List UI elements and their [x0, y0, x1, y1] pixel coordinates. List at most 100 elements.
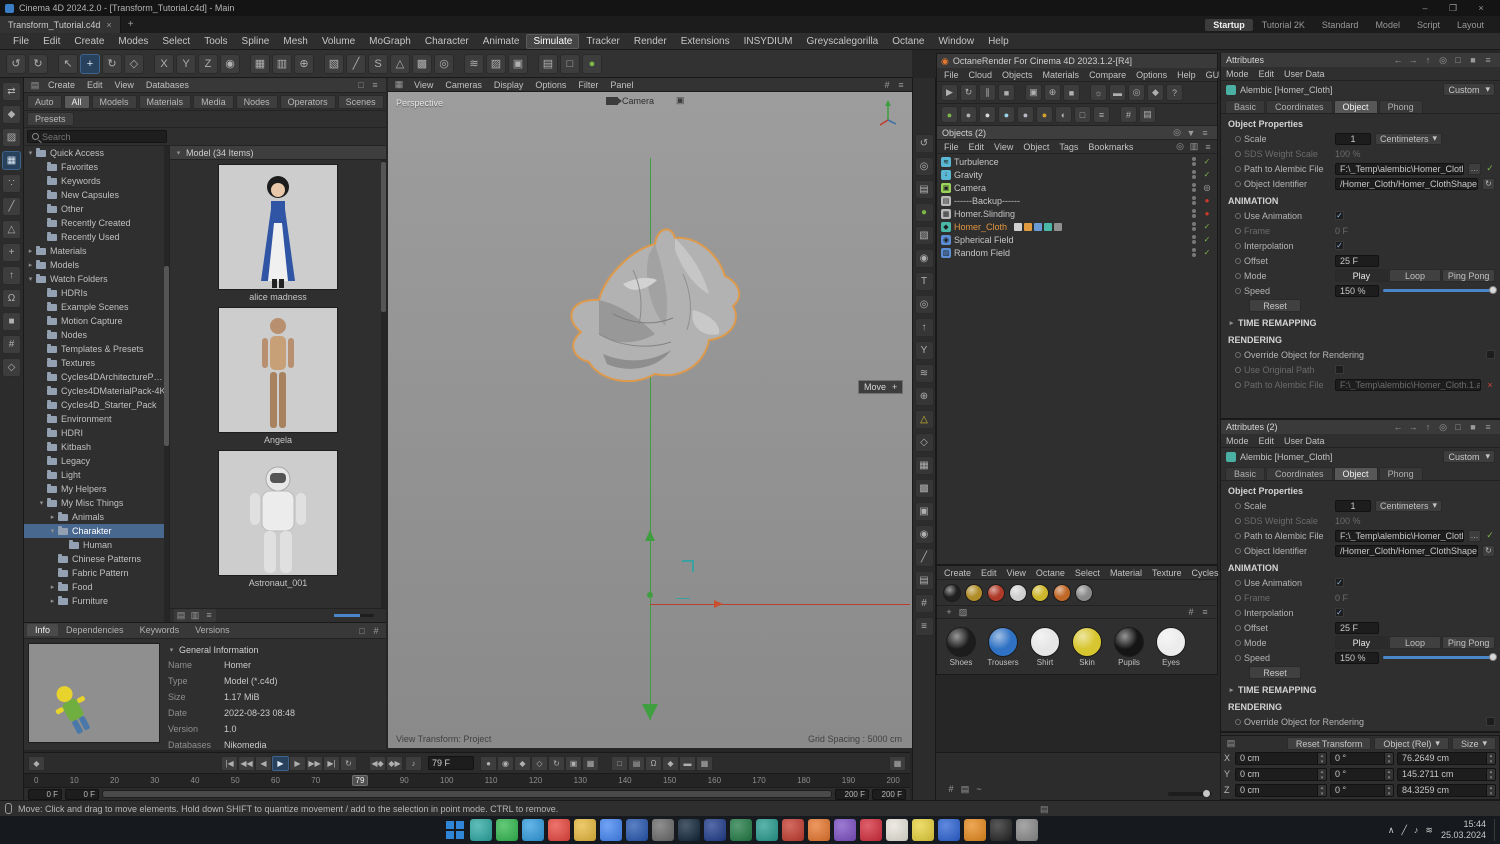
object-row[interactable]: ▤ ------Backup------ ●: [937, 194, 1217, 207]
preset-dropdown[interactable]: Custom ▾: [1443, 83, 1495, 96]
info-tab[interactable]: Info: [27, 624, 59, 636]
objects-menu-item[interactable]: Object: [1018, 142, 1054, 152]
taskbar-app-icon[interactable]: [548, 819, 570, 841]
material-thumbnail[interactable]: [1031, 583, 1049, 602]
dock-icon[interactable]: □: [354, 79, 368, 92]
tree-item[interactable]: Cycles4DArchitecturePack-4K: [24, 370, 169, 384]
objects-menu-item[interactable]: File: [939, 142, 964, 152]
asset-card[interactable]: Angela: [213, 307, 343, 445]
render-region-icon[interactable]: ▥: [272, 53, 292, 74]
edges-mode-icon[interactable]: ╱: [2, 197, 21, 216]
material-ball[interactable]: [1030, 626, 1060, 657]
material-item[interactable]: Skin: [1069, 626, 1105, 667]
menu-icon[interactable]: ≡: [1198, 126, 1212, 139]
offset-input[interactable]: 25 F: [1335, 254, 1379, 267]
screen-layout-icon[interactable]: □: [560, 53, 580, 74]
zoom-icon[interactable]: ◎: [914, 157, 934, 176]
model-scrollbar[interactable]: [381, 160, 386, 608]
taskbar-app-icon[interactable]: [808, 819, 830, 841]
tree-caret-icon[interactable]: ▾: [49, 527, 56, 535]
render-start-icon[interactable]: ▶: [941, 84, 958, 101]
tree-item[interactable]: Motion Capture: [24, 314, 169, 328]
material-ball[interactable]: [946, 626, 976, 657]
menu-item[interactable]: Character: [418, 34, 476, 49]
mograph-icon[interactable]: △: [390, 53, 410, 74]
axis-x-button[interactable]: X: [154, 53, 174, 74]
arrow-up-icon[interactable]: ↑: [914, 318, 934, 337]
node-editor-icon[interactable]: #: [1120, 106, 1137, 123]
tree-item[interactable]: ▾ Watch Folders: [24, 272, 169, 286]
tree-item[interactable]: New Capsules: [24, 188, 169, 202]
render-restart-icon[interactable]: ↻: [960, 84, 977, 101]
cloth-icon[interactable]: ▨: [486, 53, 506, 74]
forward-icon[interactable]: →: [1406, 421, 1420, 434]
object-row[interactable]: ≋ Turbulence ✓: [937, 155, 1217, 168]
material-menu-item[interactable]: View: [1002, 568, 1031, 578]
tree-item[interactable]: Templates & Presets: [24, 342, 169, 356]
octane-menu-item[interactable]: Materials: [1038, 70, 1085, 80]
keyframe-selection-button[interactable]: □: [611, 755, 628, 771]
object-tags[interactable]: [1014, 222, 1063, 231]
octane-menu-item[interactable]: Options: [1131, 70, 1172, 80]
speed-slider[interactable]: [1383, 653, 1497, 661]
use-animation-checkbox[interactable]: ✓: [1335, 211, 1344, 220]
diffuse-material-icon[interactable]: ●: [960, 106, 977, 123]
texture-mode-icon[interactable]: ▨: [2, 128, 21, 147]
filter-chip[interactable]: Scenes: [337, 94, 384, 109]
cloth-object[interactable]: [543, 214, 793, 419]
asset-card[interactable]: Astronaut_001: [213, 450, 343, 588]
mode-option-button[interactable]: Loop: [1388, 269, 1442, 282]
menu-item[interactable]: Render: [627, 34, 674, 49]
note-icon[interactable]: ▤: [914, 571, 934, 590]
taskbar-app-icon[interactable]: [470, 819, 492, 841]
mode-option-button[interactable]: Ping Pong: [1442, 636, 1496, 649]
filter-chip[interactable]: All: [63, 94, 90, 109]
attributes-menu-item[interactable]: User Data: [1279, 69, 1330, 79]
tree-item[interactable]: Other: [24, 202, 169, 216]
visibility-dots[interactable]: [1192, 196, 1196, 205]
object-row[interactable]: ◆ Homer_Cloth ✓: [937, 220, 1217, 233]
octane-menu-item[interactable]: Compare: [1084, 70, 1131, 80]
object-status-icon[interactable]: ●: [1201, 209, 1213, 218]
marker-tool-icon[interactable]: ◆: [28, 755, 45, 771]
marker-button[interactable]: ◆: [662, 755, 679, 771]
uv-icon[interactable]: ▩: [914, 479, 934, 498]
octane-menu-item[interactable]: Cloud: [964, 70, 998, 80]
normal-mode-icon[interactable]: ↑: [2, 266, 21, 285]
object-status-icon[interactable]: ✓: [1201, 222, 1213, 231]
layout-tab[interactable]: Tutorial 2K: [1254, 19, 1313, 31]
tree-caret-icon[interactable]: ▾: [38, 499, 45, 507]
pen-tool-icon[interactable]: ╱: [346, 53, 366, 74]
menu-item[interactable]: File: [6, 34, 36, 49]
objects-menu-item[interactable]: Tags: [1054, 142, 1083, 152]
objects-menu-item[interactable]: Bookmarks: [1083, 142, 1138, 152]
viewport-menu-item[interactable]: Options: [529, 80, 572, 90]
material-thumbnail[interactable]: [1075, 583, 1093, 602]
preview-start-input[interactable]: 0 F: [65, 788, 99, 800]
tree-item[interactable]: Recently Used: [24, 230, 169, 244]
size-input[interactable]: 145.2711 cm ▴ ▾: [1397, 767, 1496, 781]
objects-menu-item[interactable]: View: [989, 142, 1018, 152]
tree-item[interactable]: ▸ Food: [24, 580, 169, 594]
scale-unit-dropdown[interactable]: Centimeters ▾: [1375, 132, 1443, 145]
display-toggle-icon[interactable]: ▤: [538, 53, 558, 74]
undo-icon[interactable]: ↺: [6, 53, 26, 74]
axis-icon[interactable]: Y: [914, 341, 934, 360]
viewport-menu-item[interactable]: Cameras: [439, 80, 488, 90]
object-status-icon[interactable]: ✓: [1201, 170, 1213, 179]
history-icon[interactable]: ↺: [914, 134, 934, 153]
timeline-layout-icon[interactable]: ▦: [889, 755, 906, 771]
scale-unit-dropdown[interactable]: Centimeters ▾: [1375, 499, 1443, 512]
record-scale-button[interactable]: ◇: [531, 755, 548, 771]
clock[interactable]: 15:44 25.03.2024: [1441, 819, 1486, 841]
tree-item[interactable]: Cycles4D_Starter_Pack: [24, 398, 169, 412]
interpolation-checkbox[interactable]: ✓: [1335, 241, 1344, 250]
menu-item[interactable]: MoGraph: [362, 34, 418, 49]
material-menu-item[interactable]: Create: [939, 568, 976, 578]
rotate-tool-icon[interactable]: ↻: [102, 53, 122, 74]
search-icon[interactable]: ◎: [1436, 54, 1450, 67]
visibility-dots[interactable]: [1192, 170, 1196, 179]
material-item[interactable]: Trousers: [985, 626, 1021, 667]
power-slider[interactable]: [102, 790, 832, 798]
taskbar-app-icon[interactable]: [730, 819, 752, 841]
